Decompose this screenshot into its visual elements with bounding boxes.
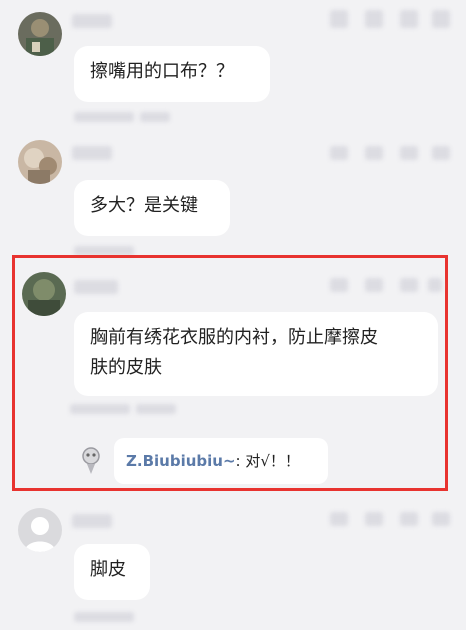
message-text-line-2: 肤的皮肤 <box>90 357 162 378</box>
username-blurred <box>72 14 112 28</box>
avatar[interactable] <box>18 508 62 552</box>
timestamp-blurred <box>74 612 134 622</box>
message-text-line-1: 胸前有绣花衣服的内衬，防止摩擦皮 <box>90 327 378 348</box>
meta-blurred <box>365 278 383 292</box>
reply-bubble[interactable]: Z.Biubiubiu~: 对√！！ <box>114 438 328 484</box>
avatar[interactable] <box>18 12 62 56</box>
meta-blurred <box>400 10 418 28</box>
avatar[interactable] <box>22 272 66 316</box>
avatar[interactable] <box>18 140 62 184</box>
message-bubble[interactable]: 脚皮 <box>74 544 150 600</box>
reply-separator: : <box>235 452 246 470</box>
meta-blurred <box>330 10 348 28</box>
timestamp-blurred <box>136 404 176 414</box>
meta-blurred <box>365 512 383 526</box>
reply-username[interactable]: Z.Biubiubiu~ <box>126 452 236 470</box>
meta-blurred <box>432 512 450 526</box>
message-bubble[interactable]: 多大？是关键 <box>74 180 230 236</box>
username-blurred <box>72 146 112 160</box>
meta-blurred <box>330 146 348 160</box>
username-blurred <box>74 280 118 294</box>
message-text: 脚皮 <box>90 559 126 580</box>
meta-blurred <box>400 146 418 160</box>
message-bubble[interactable]: 胸前有绣花衣服的内衬，防止摩擦皮 肤的皮肤 <box>74 312 438 396</box>
timestamp-blurred <box>140 112 170 122</box>
meta-blurred <box>365 10 383 28</box>
meta-blurred <box>330 512 348 526</box>
reply-text: 对√！！ <box>245 452 300 470</box>
timestamp-blurred <box>70 404 130 414</box>
meta-blurred <box>432 10 450 28</box>
meta-blurred <box>365 146 383 160</box>
meta-blurred <box>428 278 442 292</box>
username-blurred <box>72 514 112 528</box>
small-avatar-icon[interactable] <box>80 446 102 476</box>
meta-blurred <box>330 278 348 292</box>
message-bubble[interactable]: 擦嘴用的口布？？ <box>74 46 270 102</box>
message-text: 擦嘴用的口布？？ <box>90 61 234 82</box>
meta-blurred <box>400 512 418 526</box>
meta-blurred <box>432 146 450 160</box>
meta-blurred <box>400 278 418 292</box>
message-text: 多大？是关键 <box>90 195 198 216</box>
timestamp-blurred <box>74 112 134 122</box>
